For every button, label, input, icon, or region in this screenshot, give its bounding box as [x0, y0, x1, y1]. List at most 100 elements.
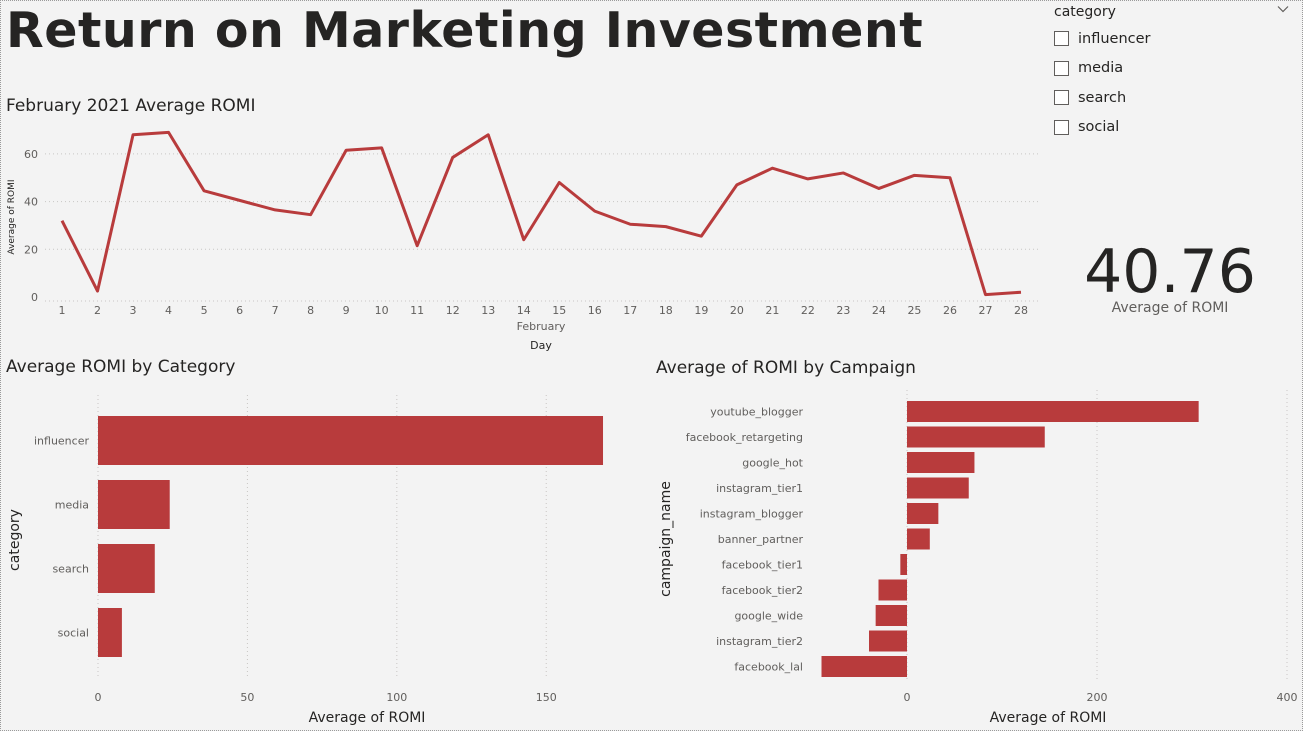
x-tick-label: 20 [730, 304, 744, 317]
x-tick-label: 26 [943, 304, 957, 317]
x-tick-label: 50 [240, 691, 254, 704]
x-tick-label: 6 [236, 304, 243, 317]
campaign-label: banner_partner [718, 533, 804, 546]
x-tick-label: 14 [517, 304, 531, 317]
category-label: social [58, 627, 89, 640]
x-axis-title: Average of ROMI [990, 710, 1107, 726]
y-tick-label: 0 [31, 291, 38, 304]
x-tick-label: 1 [59, 304, 66, 317]
x-tick-label: 28 [1014, 304, 1028, 317]
x-tick-label: 17 [623, 304, 637, 317]
kpi-card: 40.76 Average of ROMI [1060, 236, 1280, 316]
line-chart[interactable]: 02040601 2 3 4 5 6 7 8 9 10 11 12 13 14 15 16 17 18 19 20 21… [0, 130, 1050, 390]
campaign-label: instagram_tier1 [716, 482, 803, 495]
bar-search[interactable] [98, 544, 155, 593]
checkbox[interactable] [1054, 31, 1069, 47]
slicer-item-search[interactable]: search [1054, 83, 1292, 113]
campaign-label: google_hot [742, 457, 803, 470]
x-tick-label: 19 [694, 304, 708, 317]
x-tick-label: 0 [95, 691, 102, 704]
category-chart-title: Average ROMI by Category [6, 357, 236, 377]
x-tick-label: 16 [588, 304, 602, 317]
slicer-item-label: influencer [1078, 30, 1151, 47]
y-axis-title: campaign_name [658, 481, 674, 597]
campaign-label: instagram_tier2 [716, 635, 803, 648]
slicer-item-social[interactable]: social [1054, 113, 1292, 143]
campaign-label: facebook_lal [734, 661, 803, 674]
slicer-header: category [1054, 4, 1292, 24]
x-axis-title: Day [530, 339, 552, 352]
kpi-value: 40.76 [1084, 237, 1256, 307]
bar-influencer[interactable] [98, 416, 604, 465]
x-tick-label: 200 [1087, 691, 1108, 704]
x-tick-label: 24 [872, 304, 886, 317]
line-chart-title: February 2021 Average ROMI [6, 96, 256, 116]
bar-facebook_tier2[interactable] [878, 579, 908, 601]
x-tick-label: 25 [907, 304, 921, 317]
campaign-label: youtube_blogger [710, 406, 803, 419]
x-tick-label: 7 [272, 304, 279, 317]
page-title: Return on Marketing Investment [6, 2, 924, 59]
bar-facebook_retargeting[interactable] [907, 426, 1045, 448]
x-tick-label: 8 [307, 304, 314, 317]
bar-google_wide[interactable] [875, 605, 907, 626]
bar-facebook_lal[interactable] [821, 656, 908, 677]
y-axis-title: category [7, 509, 23, 571]
bar-instagram_tier1[interactable] [907, 477, 969, 499]
x-tick-label: 5 [201, 304, 208, 317]
campaign-label: google_wide [734, 610, 803, 623]
category-label: influencer [34, 435, 89, 448]
campaign-label: instagram_blogger [700, 508, 804, 521]
slicer-item-label: media [1078, 60, 1124, 77]
y-tick-label: 60 [24, 148, 38, 161]
x-tick-label: 13 [481, 304, 495, 317]
x-tick-label: 23 [836, 304, 850, 317]
x-tick-label: 100 [386, 691, 407, 704]
x-tick-label: 4 [165, 304, 172, 317]
category-slicer: category influencer media search social [1054, 4, 1292, 142]
campaign-label: facebook_retargeting [686, 431, 803, 444]
x-tick-label: 3 [130, 304, 137, 317]
checkbox[interactable] [1054, 90, 1069, 106]
x-tick-label: 18 [659, 304, 673, 317]
y-tick-label: 20 [24, 243, 38, 256]
x-tick-label: 27 [978, 304, 992, 317]
x-tick-label: 10 [375, 304, 389, 317]
x-tick-label: 21 [765, 304, 779, 317]
slicer-item-label: social [1078, 119, 1120, 136]
bar-instagram_tier2[interactable] [869, 630, 907, 652]
bar-media[interactable] [98, 480, 170, 529]
chevron-down-icon[interactable] [1276, 2, 1290, 16]
bar-google_hot[interactable] [907, 452, 975, 473]
y-tick-label: 40 [24, 196, 38, 209]
campaign-bar-chart[interactable]: 0 200 400 youtube_blogger facebook_retargeti… [650, 385, 1298, 726]
campaign-chart-title: Average of ROMI by Campaign [656, 358, 916, 378]
series-line[interactable] [60, 130, 1022, 297]
x-tick-label: 9 [343, 304, 350, 317]
category-bar-chart[interactable]: 0 50 100 150 influencer media search social Aver… [0, 385, 640, 726]
slicer-item-label: search [1078, 89, 1127, 106]
campaign-label: facebook_tier1 [722, 559, 803, 572]
slicer-item-influencer[interactable]: influencer [1054, 24, 1292, 54]
x-tick-label: 400 [1277, 691, 1298, 704]
slicer-item-media[interactable]: media [1054, 54, 1292, 84]
y-axis-title: Average of ROMI [7, 179, 17, 254]
x-tick-label: 12 [446, 304, 460, 317]
checkbox[interactable] [1054, 119, 1069, 135]
checkbox[interactable] [1054, 60, 1069, 76]
x-tick-label: 22 [801, 304, 815, 317]
x-tick-label: 2 [94, 304, 101, 317]
bar-youtube_blogger[interactable] [907, 401, 1199, 422]
x-tick-label: 11 [410, 304, 424, 317]
bar-banner_partner[interactable] [907, 528, 930, 550]
x-tick-label: 0 [904, 691, 911, 704]
bar-facebook_tier1[interactable] [900, 554, 907, 575]
bar-social[interactable] [98, 608, 122, 657]
x-tick-label: 15 [552, 304, 566, 317]
category-label: search [52, 563, 89, 576]
bar-instagram_blogger[interactable] [907, 503, 939, 524]
x-tick-label: 150 [536, 691, 557, 704]
slicer-items: influencer media search social [1054, 24, 1292, 142]
x-sublabel: February [517, 320, 566, 333]
category-label: media [55, 499, 89, 512]
